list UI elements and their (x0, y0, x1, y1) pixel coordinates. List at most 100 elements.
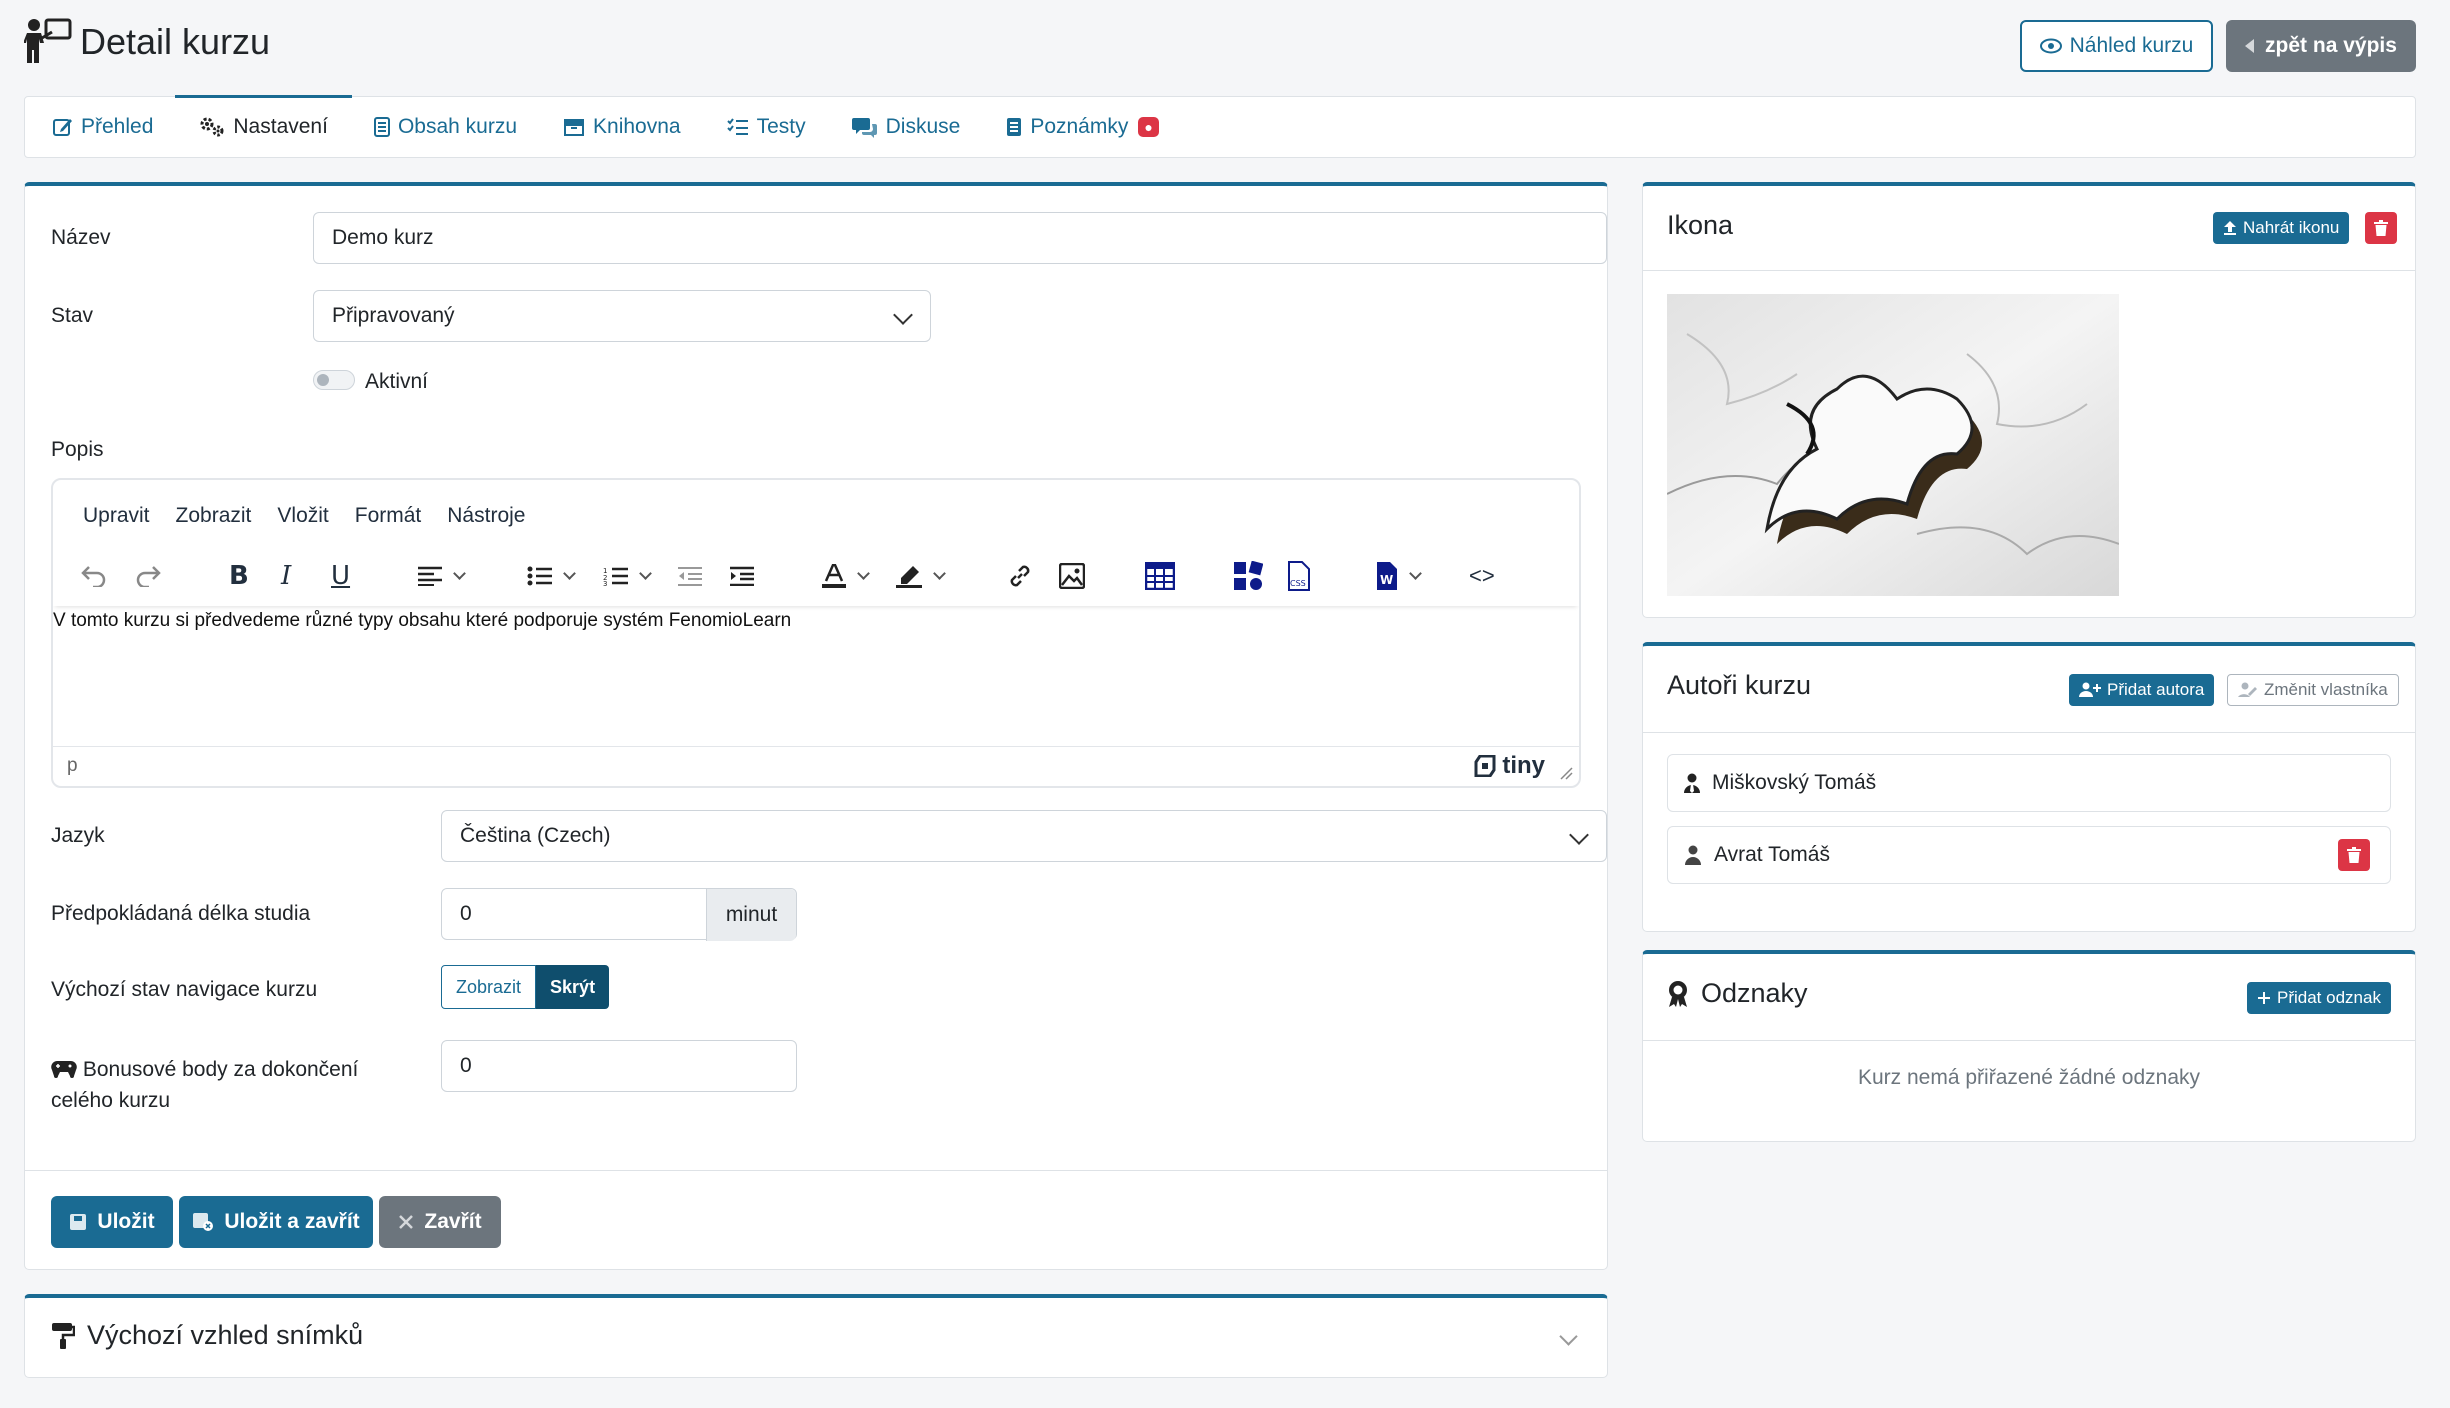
card-footer-divider (25, 1170, 1607, 1171)
table-icon[interactable] (1145, 558, 1175, 594)
save-and-close-button[interactable]: Uložit a zavřít (179, 1196, 373, 1248)
delete-icon-button[interactable] (2365, 212, 2397, 244)
duration-input-group: 0 minut (441, 888, 797, 941)
edit-icon (53, 119, 72, 136)
authors-card-title: Autoři kurzu (1667, 670, 1812, 700)
nav-hide-option[interactable]: Skrýt (536, 965, 610, 1009)
author-name: Miškovský Tomáš (1712, 771, 1877, 794)
add-user-icon (2079, 682, 2101, 697)
editor-menu-insert[interactable]: Vložit (277, 504, 328, 528)
save-button-label: Uložit (97, 1210, 155, 1233)
source-code-icon[interactable]: <> (1469, 558, 1495, 594)
add-author-button[interactable]: Přidat autora (2069, 674, 2215, 706)
save-and-close-label: Uložit a zavřít (224, 1210, 360, 1233)
icon-card: Ikona Nahrát ikonu (1642, 182, 2416, 618)
editor-menu-format[interactable]: Formát (355, 504, 422, 528)
tab-library-label: Knihovna (593, 115, 681, 138)
resize-handle-icon[interactable] (1559, 766, 1573, 780)
back-to-list-label: zpět na výpis (2265, 34, 2397, 57)
authors-card: Autoři kurzu Přidat autora Změnit vlastn… (1642, 642, 2416, 932)
active-toggle[interactable] (313, 370, 355, 390)
editor-menu-edit[interactable]: Upravit (83, 504, 150, 528)
duration-input[interactable]: 0 (460, 902, 472, 926)
outdent-icon[interactable] (677, 558, 703, 594)
language-select[interactable]: Čeština (Czech) (441, 810, 1607, 862)
author-name: Avrat Tomáš (1714, 843, 1830, 866)
tab-tests-label: Testy (756, 115, 806, 138)
gamepad-icon (51, 1061, 77, 1078)
change-owner-label: Změnit vlastníka (2264, 680, 2388, 699)
bold-icon[interactable]: B (229, 558, 249, 594)
eye-icon (2039, 38, 2062, 54)
user-icon (1685, 845, 1701, 865)
tab-notes-label: Poznámky (1030, 115, 1129, 138)
tab-tests[interactable]: Testy (726, 96, 806, 158)
nav-state-label: Výchozí stav navigace kurzu (51, 978, 318, 1001)
slides-appearance-card[interactable]: Výchozí vzhled snímků (24, 1294, 1608, 1378)
editor-menu-tools[interactable]: Nástroje (447, 504, 525, 528)
upload-icon-button[interactable]: Nahrát ikonu (2213, 212, 2350, 244)
caret-left-icon (2245, 39, 2255, 53)
tiny-logo-icon (1474, 755, 1496, 777)
tab-library[interactable]: Knihovna (563, 96, 681, 158)
trash-icon (2374, 220, 2388, 236)
icon-card-divider (1643, 270, 2415, 271)
tab-settings-label: Nastavení (233, 115, 328, 138)
save-close-icon (193, 1213, 214, 1231)
tab-notes[interactable]: Poznámky ● (1006, 96, 1159, 158)
editor-content[interactable]: V tomto kurzu si předvedeme různé typy o… (53, 610, 1579, 632)
tiny-brand: tiny (1502, 752, 1545, 779)
bullet-list-icon[interactable] (527, 558, 576, 594)
word-import-icon[interactable]: W (1375, 558, 1422, 594)
author-item: Miškovský Tomáš (1667, 754, 2391, 812)
state-select[interactable]: Připravovaný (313, 290, 931, 342)
preview-course-button[interactable]: Náhled kurzu (2020, 20, 2213, 72)
change-owner-button[interactable]: Změnit vlastníka (2227, 674, 2399, 706)
svg-text:CSS: CSS (1290, 579, 1306, 588)
undo-icon[interactable] (81, 558, 107, 594)
svg-text:W: W (1380, 573, 1393, 587)
link-icon[interactable] (1007, 558, 1033, 594)
back-to-list-button[interactable]: zpět na výpis (2226, 20, 2416, 72)
page-title: Detail kurzu (80, 21, 271, 62)
tab-course-content[interactable]: Obsah kurzu (373, 96, 517, 158)
css-file-icon[interactable]: CSS (1287, 558, 1311, 594)
icon-card-title: Ikona (1667, 210, 1734, 240)
image-icon[interactable] (1059, 558, 1085, 594)
name-input[interactable]: Demo kurz (313, 212, 1607, 264)
bonus-points-label: Bonusové body za dokončení celého kurzu (51, 1054, 371, 1116)
trash-icon (2347, 847, 2361, 863)
indent-icon[interactable] (729, 558, 755, 594)
close-icon (399, 1215, 414, 1229)
widgets-icon[interactable] (1233, 558, 1263, 594)
tab-settings[interactable]: Nastavení (175, 95, 352, 158)
close-button[interactable]: Zavřít (379, 1196, 501, 1248)
tab-discussion-label: Diskuse (885, 115, 961, 138)
remove-author-button[interactable] (2338, 839, 2370, 871)
bonus-points-input[interactable]: 0 (441, 1040, 797, 1092)
numbered-list-icon[interactable]: 123 (603, 558, 652, 594)
duration-unit: minut (706, 889, 796, 941)
underline-icon[interactable]: U (331, 558, 350, 594)
paint-roller-icon (52, 1322, 75, 1349)
redo-icon[interactable] (135, 558, 161, 594)
tab-discussion[interactable]: Diskuse (851, 96, 961, 158)
tab-overview[interactable]: Přehled (53, 96, 153, 158)
add-badge-button[interactable]: Přidat odznak (2247, 982, 2391, 1014)
italic-icon[interactable]: I (281, 558, 291, 594)
save-button[interactable]: Uložit (51, 1196, 173, 1248)
text-color-icon[interactable] (821, 558, 870, 594)
course-settings-card: Název Demo kurz Stav Připravovaný Aktivn… (24, 182, 1608, 1270)
chevron-down-icon (1569, 825, 1589, 845)
nav-show-option[interactable]: Zobrazit (441, 965, 537, 1009)
slides-appearance-label: Výchozí vzhled snímků (87, 1320, 364, 1350)
editor-menu-view[interactable]: Zobrazit (176, 504, 252, 528)
editor-toolbar: B I U 123 CSS W <> (53, 548, 1579, 606)
align-icon[interactable] (417, 558, 466, 594)
chevron-down-icon[interactable] (1559, 1327, 1578, 1346)
course-tabs: Přehled Nastavení Obsah kurzu Knihovna T… (24, 95, 2416, 158)
gears-icon (200, 117, 224, 137)
editor-statusbar: p tiny (53, 746, 1579, 786)
highlight-color-icon[interactable] (895, 558, 946, 594)
no-badges-message: Kurz nemá přiřazené žádné odznaky (1857, 1066, 2201, 1089)
